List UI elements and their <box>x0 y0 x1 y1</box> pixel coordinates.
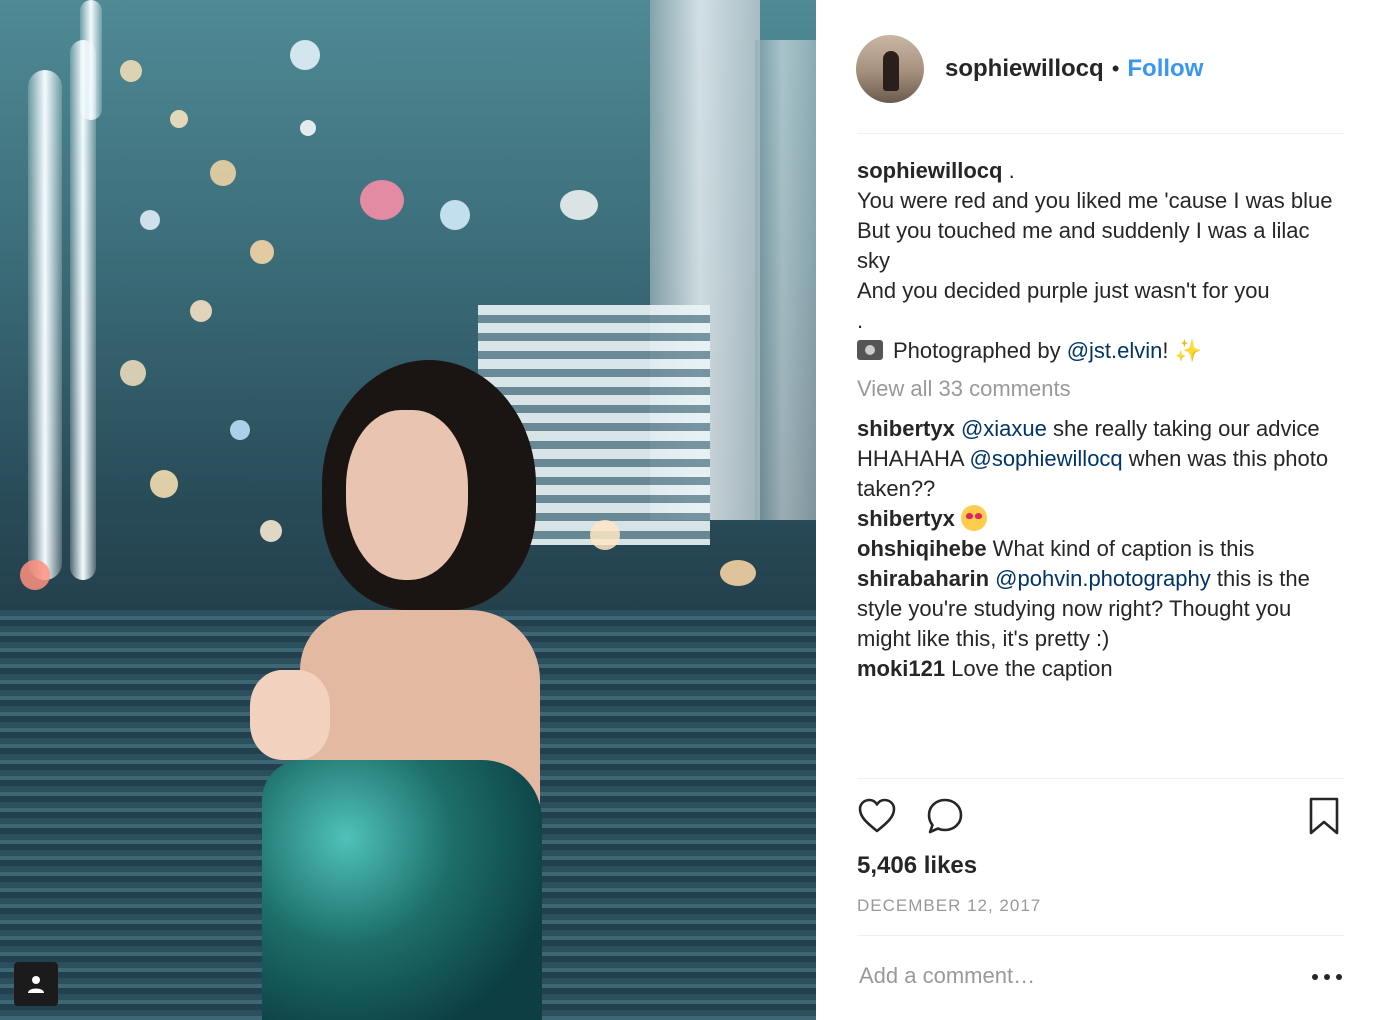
photo-bokeh <box>210 160 236 186</box>
caption-line-4: And you decided purple just wasn't for y… <box>857 278 1270 303</box>
comment-mention-link[interactable]: @xiaxue <box>961 416 1047 441</box>
caption-line-2: You were red and you liked me 'cause I w… <box>857 188 1333 213</box>
sparkles-emoji-icon: ✨ <box>1174 338 1203 363</box>
photo-bokeh <box>190 300 212 322</box>
caption-line-5: . <box>857 308 864 333</box>
credit-suffix: ! <box>1162 338 1175 363</box>
speech-bubble-icon[interactable] <box>925 796 965 841</box>
photo-light-pillar-2 <box>70 40 96 580</box>
divider <box>857 935 1345 936</box>
photo-bokeh <box>120 60 142 82</box>
comment-username[interactable]: shibertyx <box>857 416 955 441</box>
comment-item: ohshiqihebe What kind of caption is this <box>857 534 1347 564</box>
post-header: sophiewillocq • Follow <box>856 34 1346 104</box>
view-all-comments-link[interactable]: View all 33 comments <box>857 374 1347 404</box>
caption-text: . <box>1002 158 1015 183</box>
divider <box>857 133 1345 134</box>
comment-item: shirabaharin @pohvin.photography this is… <box>857 564 1347 654</box>
photo-bokeh <box>290 40 320 70</box>
photo-bokeh <box>20 560 50 590</box>
photo-bokeh <box>590 520 620 550</box>
photo-person-face <box>346 410 468 580</box>
comment-item: moki121 Love the caption <box>857 654 1347 684</box>
more-horizontal-icon[interactable] <box>1308 962 1348 992</box>
likes-count[interactable]: 5,406 likes <box>857 852 977 880</box>
photo-bokeh <box>300 120 316 136</box>
follow-button[interactable]: Follow <box>1127 55 1203 83</box>
post-username[interactable]: sophiewillocq <box>945 55 1104 83</box>
comment-mention-link[interactable]: @pohvin.photography <box>995 566 1211 591</box>
photo-bokeh <box>260 520 282 542</box>
comment-username[interactable]: shirabaharin <box>857 566 989 591</box>
caption-line-1: sophiewillocq . <box>857 156 1347 186</box>
divider <box>857 778 1345 779</box>
photo-bokeh <box>230 420 250 440</box>
comment-username[interactable]: shibertyx <box>857 506 955 531</box>
comments-list[interactable]: sophiewillocq . You were red and you lik… <box>857 156 1347 778</box>
comment-username[interactable]: ohshiqihebe <box>857 536 987 561</box>
post-date[interactable]: DECEMBER 12, 2017 <box>857 896 1041 916</box>
photo-bokeh <box>120 360 146 386</box>
comment-username[interactable]: moki121 <box>857 656 945 681</box>
comment-text: Love the caption <box>945 656 1113 681</box>
photo-light-pillar-1 <box>28 70 62 580</box>
photo-bokeh <box>170 110 188 128</box>
header-separator: • <box>1111 56 1120 81</box>
photo-bokeh <box>250 240 274 264</box>
comment-item: shibertyx <box>857 504 1347 534</box>
bookmark-icon[interactable] <box>1307 796 1341 841</box>
credit-mention-link[interactable]: @jst.elvin <box>1067 338 1163 363</box>
photo-person-dress <box>262 760 542 1020</box>
photo-bokeh <box>720 560 756 586</box>
comment-mention-link[interactable]: @sophiewillocq <box>969 446 1122 471</box>
photo-bokeh <box>440 200 470 230</box>
post-photo[interactable] <box>0 0 816 1020</box>
caption-credit: Photographed by @jst.elvin! ✨ <box>857 336 1347 366</box>
photo-bokeh <box>360 180 404 220</box>
photo-bokeh <box>150 470 178 498</box>
photo-bokeh <box>560 190 598 220</box>
caption-username[interactable]: sophiewillocq <box>857 158 1002 183</box>
heart-outline-icon[interactable] <box>857 796 897 841</box>
photo-person-hand <box>250 670 330 760</box>
action-bar <box>857 794 1347 840</box>
add-comment-input[interactable] <box>857 958 1281 994</box>
photo-bokeh <box>140 210 160 230</box>
post-sidebar: sophiewillocq • Follow sophiewillocq . Y… <box>816 0 1384 1020</box>
comment-text: What kind of caption is this <box>986 536 1255 561</box>
caption-line-3: But you touched me and suddenly I was a … <box>857 218 1310 273</box>
avatar[interactable] <box>856 35 924 103</box>
heart-eyes-emoji-icon <box>960 505 987 531</box>
photo-light-pillar-3 <box>80 0 102 120</box>
comment-item: shibertyx @xiaxue she really taking our … <box>857 414 1347 504</box>
camera-emoji-icon <box>857 340 883 360</box>
avatar-figure <box>883 51 899 91</box>
credit-prefix: Photographed by <box>893 338 1067 363</box>
person-tag-icon[interactable] <box>14 962 58 1006</box>
photo-building-far-right <box>755 40 816 520</box>
